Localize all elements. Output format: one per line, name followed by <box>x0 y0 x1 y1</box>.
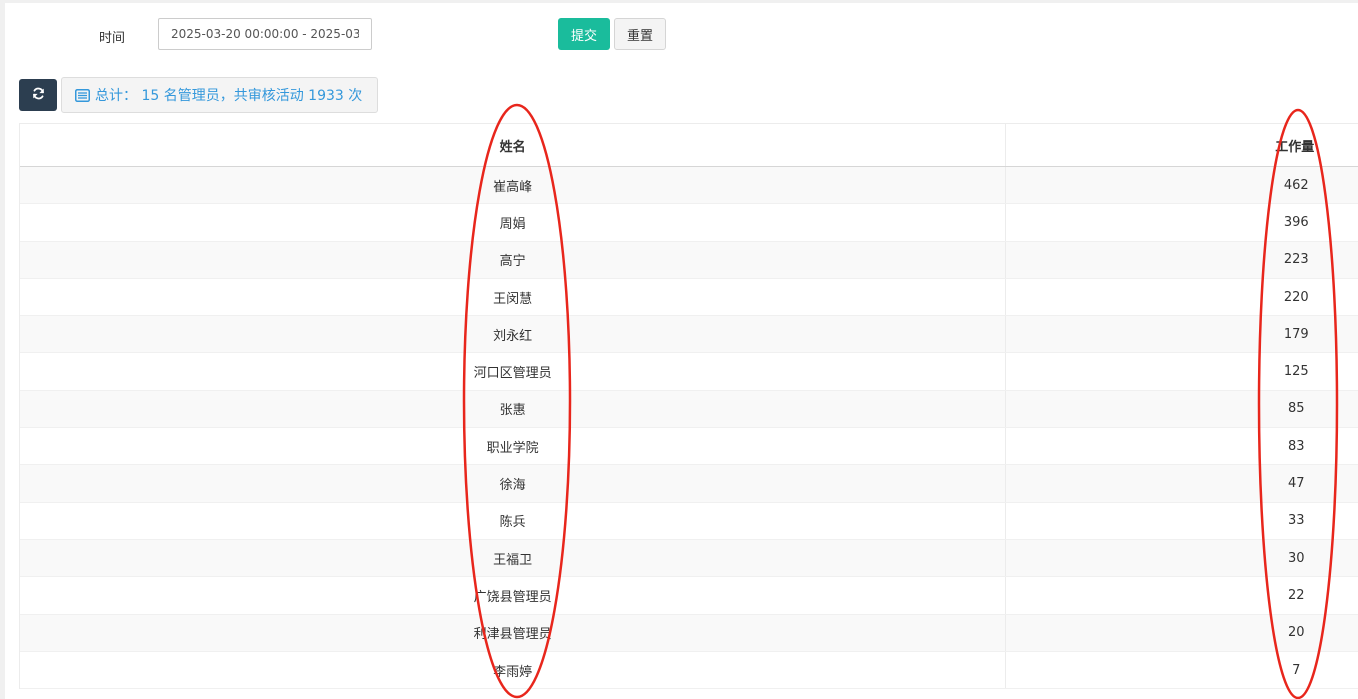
cell-name: 利津县管理员 <box>20 614 1007 651</box>
table-row: 高宁 223 <box>20 241 1358 279</box>
table-row: 陈兵 33 <box>20 502 1358 540</box>
cell-name: 周娟 <box>20 204 1007 241</box>
refresh-button[interactable] <box>19 79 57 111</box>
table-row: 刘永红 179 <box>20 316 1358 354</box>
table-row: 崔高峰 462 <box>20 167 1358 205</box>
table-body: 崔高峰 462 周娟 396 高宁 223 王闵慧 220 刘永红 179 河口区管理员 125 张惠 8… <box>20 167 1358 690</box>
cell-name: 王闵慧 <box>20 278 1007 316</box>
reset-button[interactable]: 重置 <box>614 18 666 50</box>
table-row: 广饶县管理员 22 <box>20 577 1358 615</box>
cell-workload: 7 <box>1292 662 1301 678</box>
filter-form: 时间 提交 重置 <box>5 3 1358 65</box>
header-name[interactable]: 姓名 <box>20 124 1007 166</box>
date-range-input[interactable] <box>158 18 372 50</box>
cell-name: 高宁 <box>20 241 1007 278</box>
submit-button[interactable]: 提交 <box>558 18 610 50</box>
list-icon <box>75 88 90 102</box>
cell-name: 徐海 <box>20 465 1007 502</box>
cell-workload: 462 <box>1283 177 1309 193</box>
workload-table: 姓名 工作量 崔高峰 462 周娟 396 高宁 223 王闵慧 220 刘永红 179 河口区管理… <box>19 123 1358 690</box>
cell-name: 王福卫 <box>20 539 1007 577</box>
cell-name: 职业学院 <box>20 428 1007 465</box>
cell-workload: 220 <box>1283 289 1309 305</box>
cell-workload: 125 <box>1283 364 1309 380</box>
cell-name: 广饶县管理员 <box>20 577 1007 614</box>
cell-name: 刘永红 <box>20 316 1007 353</box>
cell-workload: 33 <box>1287 513 1305 529</box>
table-header: 姓名 工作量 <box>20 124 1358 167</box>
cell-workload: 223 <box>1283 252 1309 268</box>
table-row: 王福卫 30 <box>20 539 1358 578</box>
cell-name: 崔高峰 <box>20 167 1007 204</box>
cell-workload: 20 <box>1287 625 1305 641</box>
header-workload[interactable]: 工作量 <box>1006 124 1358 166</box>
table-row: 王闵慧 220 <box>20 278 1358 317</box>
table-row: 张惠 85 <box>20 390 1358 429</box>
cell-workload: 47 <box>1287 476 1305 492</box>
cell-workload: 85 <box>1287 401 1305 417</box>
time-label: 时间 <box>99 31 126 46</box>
cell-workload: 22 <box>1287 587 1305 603</box>
cell-workload: 30 <box>1287 550 1305 566</box>
table-row: 职业学院 83 <box>20 428 1358 466</box>
table-row: 河口区管理员 125 <box>20 353 1358 391</box>
cell-workload: 396 <box>1283 214 1309 230</box>
summary-badge: 总计： 15 名管理员，共审核活动 1933 次 <box>61 77 378 113</box>
cell-name: 张惠 <box>20 390 1007 428</box>
cell-name: 河口区管理员 <box>20 353 1007 390</box>
summary-text: 总计： 15 名管理员，共审核活动 1933 次 <box>95 88 363 104</box>
page: 时间 提交 重置 总计： 15 名管理员，共审核活动 1933 次 <box>5 3 1358 699</box>
table-row: 李雨婷 7 <box>20 651 1358 690</box>
refresh-icon <box>32 87 45 103</box>
cell-name: 陈兵 <box>20 502 1007 539</box>
cell-workload: 179 <box>1283 326 1309 342</box>
cell-workload: 83 <box>1287 438 1305 454</box>
table-row: 周娟 396 <box>20 204 1358 242</box>
table-row: 徐海 47 <box>20 465 1358 503</box>
table-row: 利津县管理员 20 <box>20 614 1358 652</box>
cell-name: 李雨婷 <box>20 651 1007 689</box>
